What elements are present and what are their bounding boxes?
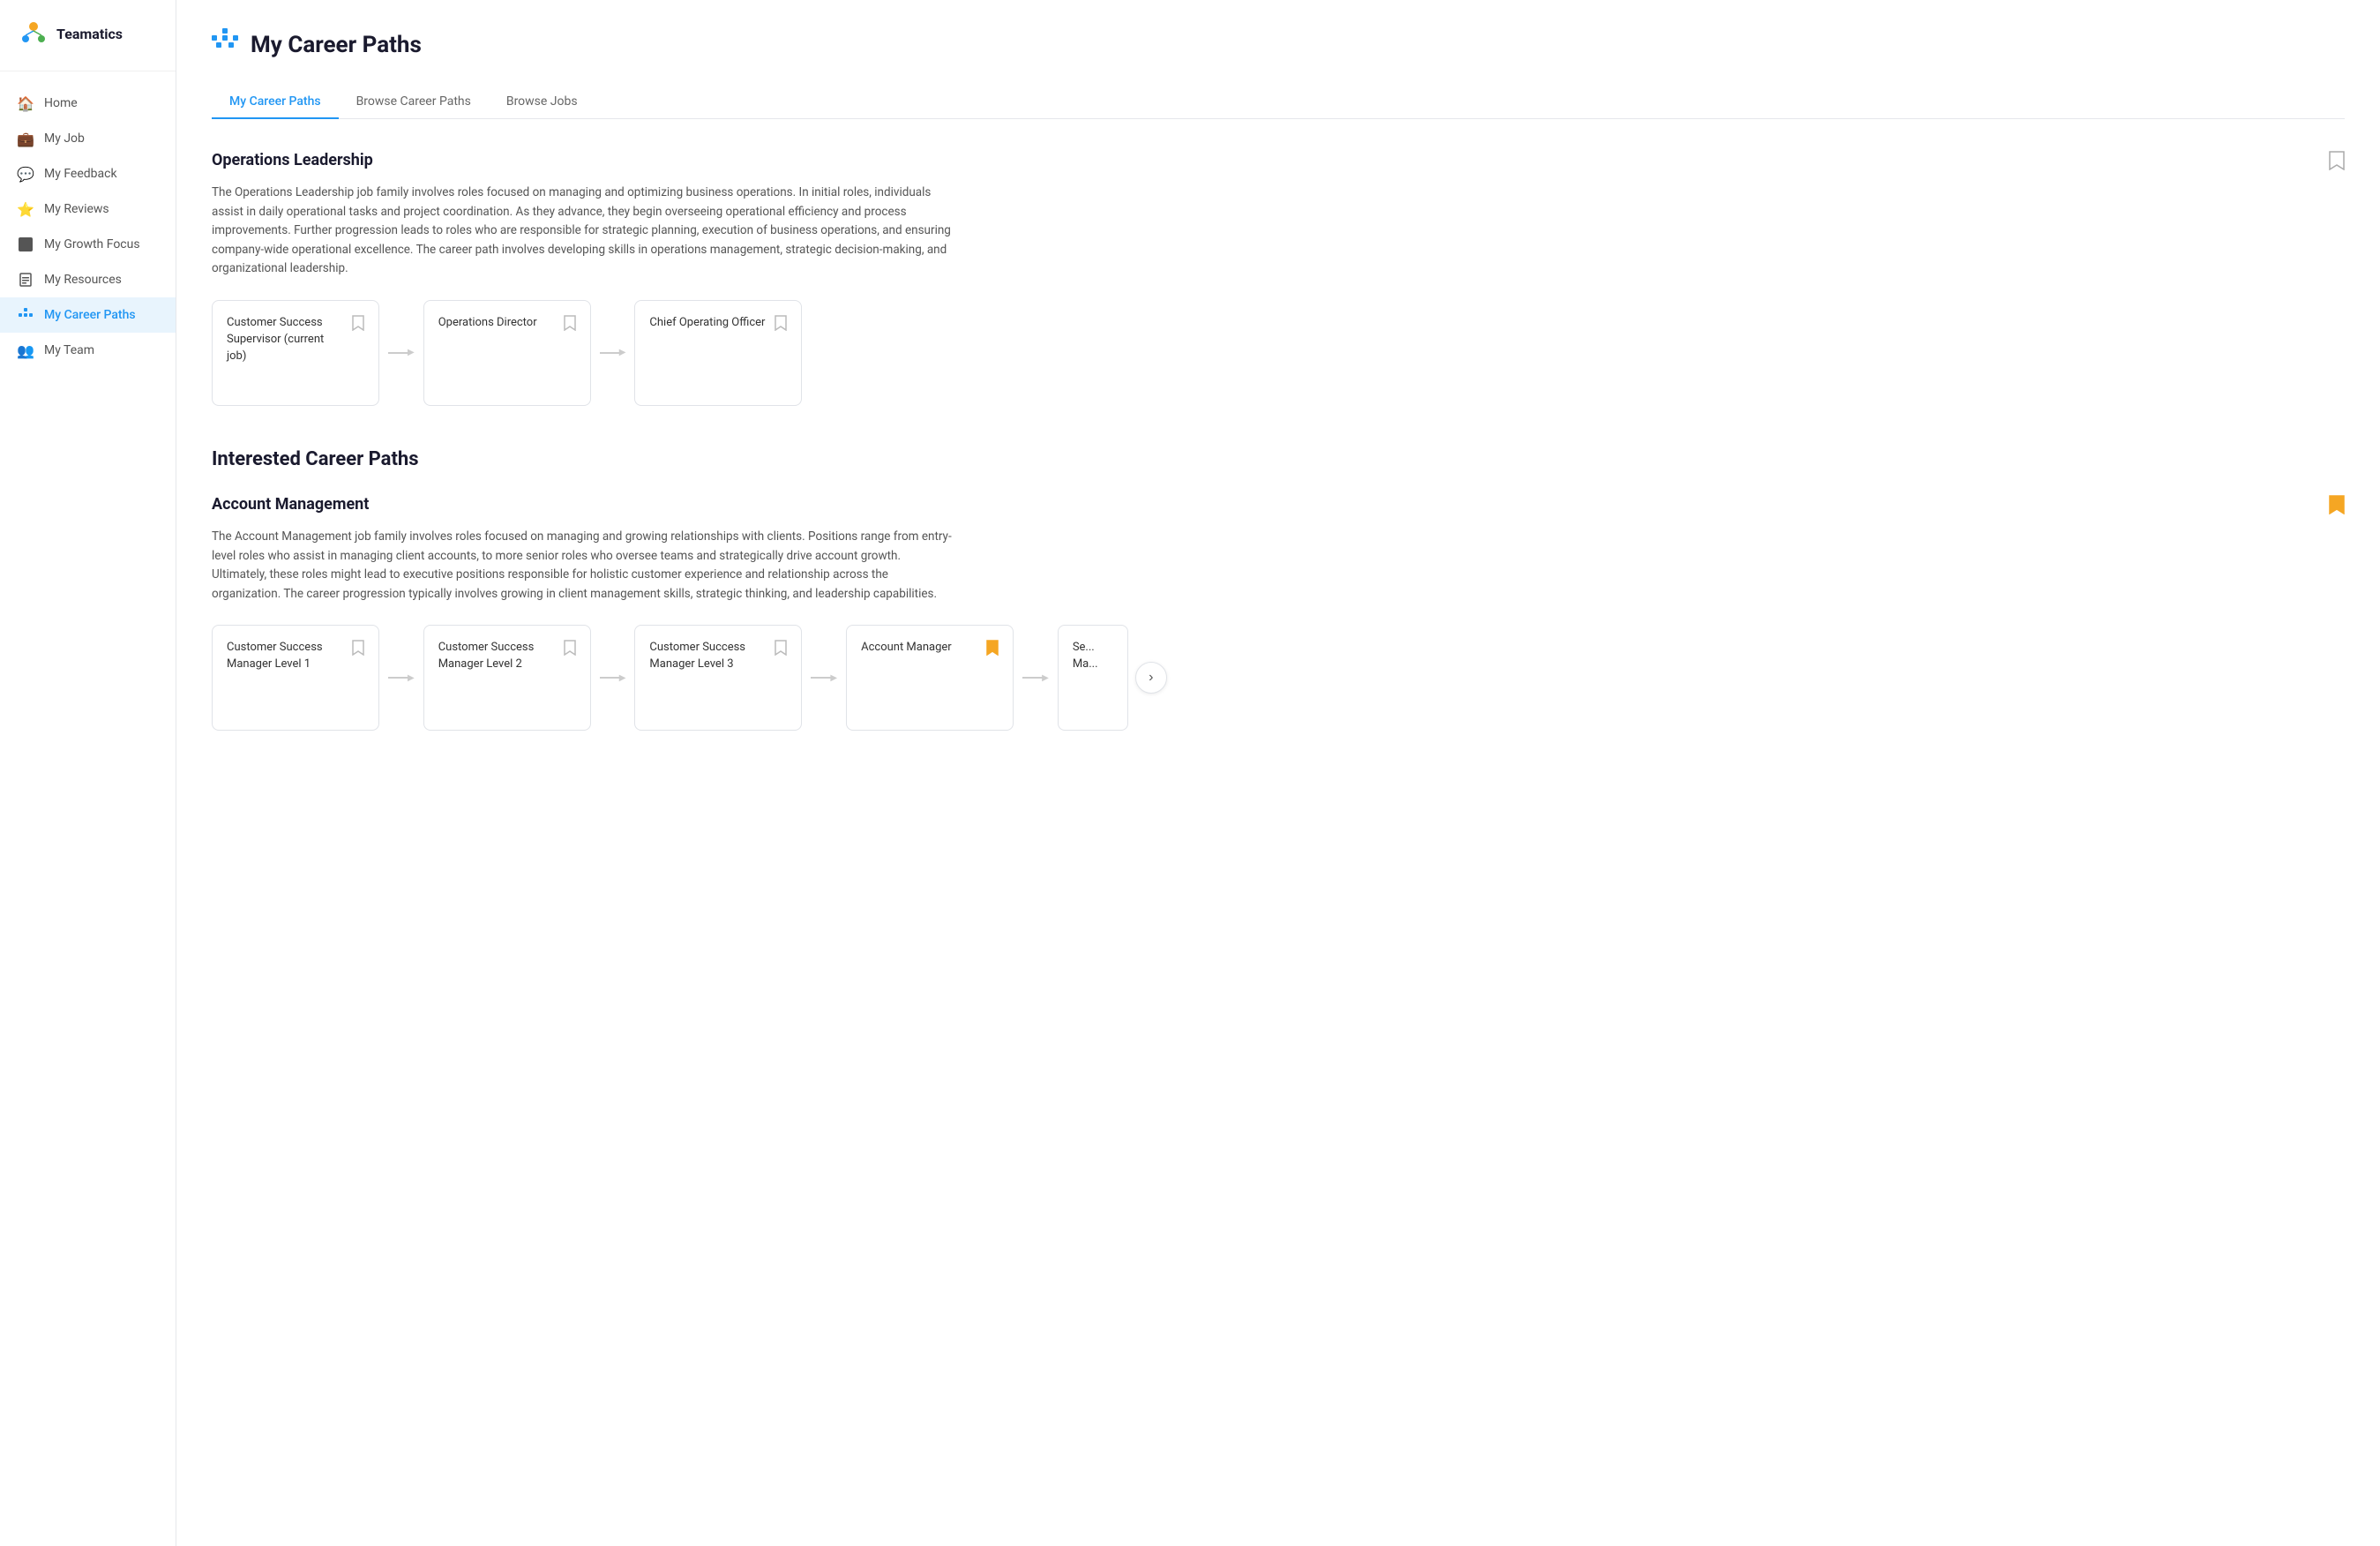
career-card-css-supervisor[interactable]: Customer Success Supervisor (current job… xyxy=(212,300,379,406)
career-card-csm-level-1[interactable]: Customer Success Manager Level 1 xyxy=(212,625,379,731)
page-header: My Career Paths xyxy=(212,28,2345,61)
sidebar-item-my-feedback[interactable]: 💬 My Feedback xyxy=(0,156,176,191)
card-wrapper-1: Customer Success Supervisor (current job… xyxy=(212,300,379,406)
card-bookmark-icon-active[interactable] xyxy=(986,640,999,659)
reviews-icon: ⭐ xyxy=(18,201,34,217)
arrow-connector-2 xyxy=(591,348,635,357)
card-wrapper-senior-manager: Se...Ma... xyxy=(1058,625,1128,731)
app-name: Teamatics xyxy=(56,26,123,42)
card-bookmark-icon[interactable] xyxy=(352,315,364,334)
chevron-right-icon: › xyxy=(1149,670,1153,686)
card-title: Customer Success Manager Level 3 xyxy=(649,640,775,673)
arrow-connector-1 xyxy=(379,348,423,357)
account-management-cards-wrapper: Customer Success Manager Level 1 xyxy=(212,625,2345,731)
growth-icon xyxy=(18,236,34,252)
section-header: Operations Leadership xyxy=(212,151,2345,175)
home-icon: 🏠 xyxy=(18,95,34,111)
teamatics-logo-icon xyxy=(18,18,49,49)
sidebar-item-label: My Feedback xyxy=(44,167,117,181)
card-top: Customer Success Manager Level 2 xyxy=(438,640,576,673)
tab-browse-career-paths[interactable]: Browse Career Paths xyxy=(339,86,489,119)
card-wrapper-3: Chief Operating Officer xyxy=(634,300,802,406)
card-top: Operations Director xyxy=(438,315,576,334)
card-title: Se...Ma... xyxy=(1073,640,1113,673)
section-title: Operations Leadership xyxy=(212,151,373,169)
card-wrapper-account-manager: Account Manager xyxy=(846,625,1014,731)
account-management-cards-row: Customer Success Manager Level 1 xyxy=(212,625,1128,731)
section-title: Account Management xyxy=(212,495,369,514)
card-wrapper-csm1: Customer Success Manager Level 1 xyxy=(212,625,379,731)
card-wrapper-2: Operations Director xyxy=(423,300,591,406)
career-paths-icon xyxy=(18,307,34,323)
sidebar-item-label: My Resources xyxy=(44,273,122,287)
card-title: Customer Success Supervisor (current job… xyxy=(227,315,352,365)
interested-section: Interested Career Paths Account Manageme… xyxy=(212,448,2345,731)
sidebar-item-my-job[interactable]: 💼 My Job xyxy=(0,121,176,156)
sidebar-item-label: My Team xyxy=(44,343,94,357)
career-card-operations-director[interactable]: Operations Director xyxy=(423,300,591,406)
sidebar-item-label: My Career Paths xyxy=(44,308,136,322)
operations-cards-row: Customer Success Supervisor (current job… xyxy=(212,300,2345,406)
sidebar-item-label: Home xyxy=(44,96,78,110)
tab-my-career-paths[interactable]: My Career Paths xyxy=(212,86,339,119)
sidebar-item-label: My Growth Focus xyxy=(44,237,140,251)
card-top: Customer Success Manager Level 1 xyxy=(227,640,364,673)
card-title: Customer Success Manager Level 1 xyxy=(227,640,352,673)
card-title: Account Manager xyxy=(861,640,986,657)
sidebar-item-my-career-paths[interactable]: My Career Paths xyxy=(0,297,176,333)
career-card-coo[interactable]: Chief Operating Officer xyxy=(634,300,802,406)
card-bookmark-icon[interactable] xyxy=(775,640,787,659)
card-top: Se...Ma... xyxy=(1073,640,1113,673)
career-card-account-manager[interactable]: Account Manager xyxy=(846,625,1014,731)
sidebar-item-label: My Reviews xyxy=(44,202,109,216)
card-title: Customer Success Manager Level 2 xyxy=(438,640,564,673)
main-content: My Career Paths My Career Paths Browse C… xyxy=(176,0,2380,1546)
card-title: Chief Operating Officer xyxy=(649,315,775,332)
career-card-csm-level-2[interactable]: Customer Success Manager Level 2 xyxy=(423,625,591,731)
sidebar-item-home[interactable]: 🏠 Home xyxy=(0,86,176,121)
card-title: Operations Director xyxy=(438,315,564,332)
operations-leadership-section: Operations Leadership The Operations Lea… xyxy=(212,151,2345,406)
card-top: Chief Operating Officer xyxy=(649,315,787,334)
sidebar-item-my-reviews[interactable]: ⭐ My Reviews xyxy=(0,191,176,227)
sidebar: Teamatics 🏠 Home 💼 My Job 💬 My Feedback … xyxy=(0,0,176,1546)
card-bookmark-icon[interactable] xyxy=(352,640,364,659)
operations-bookmark-icon[interactable] xyxy=(2329,151,2345,175)
sidebar-nav: 🏠 Home 💼 My Job 💬 My Feedback ⭐ My Revie… xyxy=(0,71,176,382)
page-header-icon xyxy=(212,28,238,61)
interested-section-title: Interested Career Paths xyxy=(212,448,2345,470)
card-bookmark-icon[interactable] xyxy=(564,640,576,659)
sidebar-item-my-growth-focus[interactable]: My Growth Focus xyxy=(0,227,176,262)
card-wrapper-csm2: Customer Success Manager Level 2 xyxy=(423,625,591,731)
card-wrapper-csm3: Customer Success Manager Level 3 xyxy=(634,625,802,731)
section-description: The Operations Leadership job family inv… xyxy=(212,184,953,279)
sidebar-item-my-team[interactable]: 👥 My Team xyxy=(0,333,176,368)
arrow-connector-am-4 xyxy=(1014,673,1058,683)
account-management-section: Account Management The Account Managemen… xyxy=(212,495,2345,731)
card-bookmark-icon[interactable] xyxy=(564,315,576,334)
page-title: My Career Paths xyxy=(251,32,422,58)
card-top: Account Manager xyxy=(861,640,999,659)
logo: Teamatics xyxy=(0,0,176,71)
account-management-bookmark-icon[interactable] xyxy=(2329,495,2345,519)
arrow-connector-am-3 xyxy=(802,673,846,683)
card-bookmark-icon[interactable] xyxy=(775,315,787,334)
sidebar-item-my-resources[interactable]: My Resources xyxy=(0,262,176,297)
job-icon: 💼 xyxy=(18,131,34,146)
arrow-connector-am-1 xyxy=(379,673,423,683)
card-top: Customer Success Manager Level 3 xyxy=(649,640,787,673)
tab-browse-jobs[interactable]: Browse Jobs xyxy=(489,86,595,119)
team-icon: 👥 xyxy=(18,342,34,358)
section-header: Account Management xyxy=(212,495,2345,519)
feedback-icon: 💬 xyxy=(18,166,34,182)
sidebar-item-label: My Job xyxy=(44,131,85,146)
section-description: The Account Management job family involv… xyxy=(212,528,953,604)
career-card-senior-manager[interactable]: Se...Ma... xyxy=(1058,625,1128,731)
arrow-connector-am-2 xyxy=(591,673,635,683)
tabs-bar: My Career Paths Browse Career Paths Brow… xyxy=(212,86,2345,119)
scroll-next-button[interactable]: › xyxy=(1135,662,1167,694)
resources-icon xyxy=(18,272,34,288)
card-top: Customer Success Supervisor (current job… xyxy=(227,315,364,365)
career-card-csm-level-3[interactable]: Customer Success Manager Level 3 xyxy=(634,625,802,731)
